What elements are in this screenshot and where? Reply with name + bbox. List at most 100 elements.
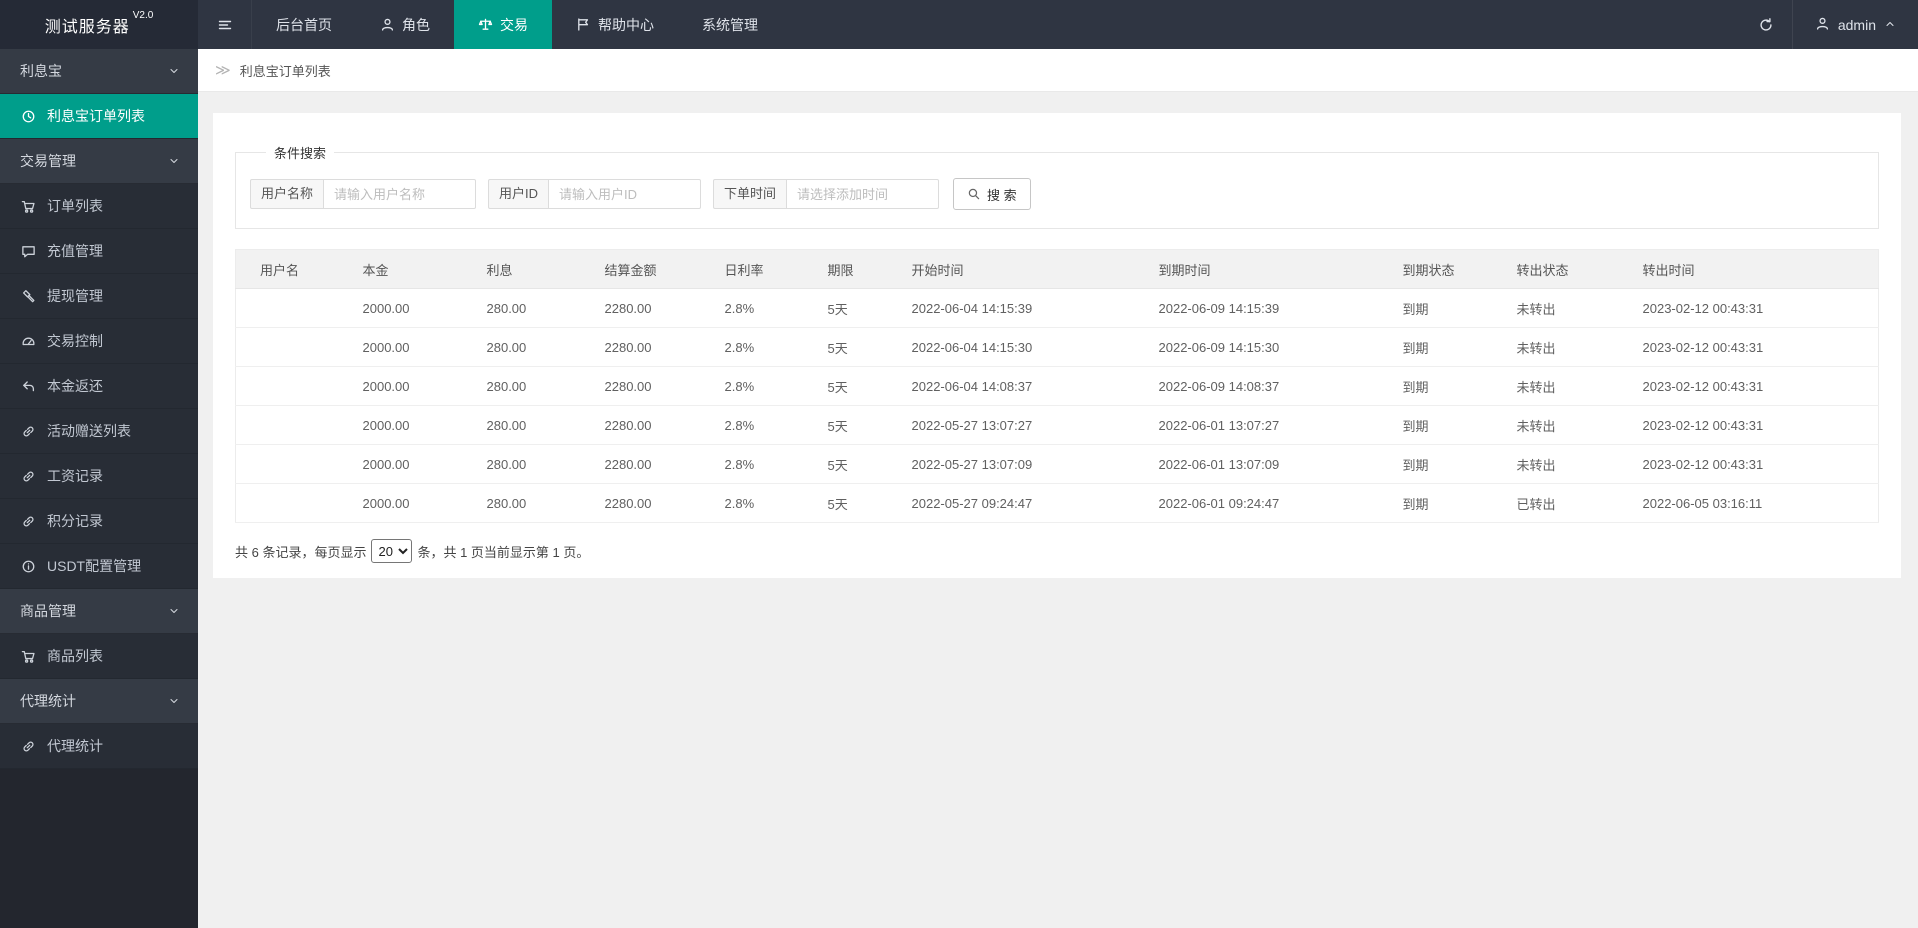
app-root: 测试服务器 V2.0 后台首页角色交易帮助中心系统管理 admin 利息宝利息宝… — [0, 0, 1918, 928]
link-icon — [20, 469, 37, 484]
sidebar-item-label: 代理统计 — [47, 736, 103, 756]
search-icon — [967, 187, 981, 201]
table-cell: 2280.00 — [581, 484, 701, 523]
search-row: 用户名称用户ID下单时间 搜 索 — [250, 178, 1864, 210]
table-cell — [236, 406, 339, 445]
column-header: 利息 — [463, 250, 581, 289]
table-row: 2000.00280.002280.002.8%5天2022-06-04 14:… — [236, 289, 1879, 328]
table-cell: 2022-05-27 13:07:09 — [888, 445, 1135, 484]
nav-item-system[interactable]: 系统管理 — [678, 0, 782, 49]
brand-title: 测试服务器 — [45, 13, 130, 37]
sidebar-item-label: 订单列表 — [47, 196, 103, 216]
table-cell: 5天 — [804, 445, 888, 484]
user-icon — [380, 17, 395, 32]
table-cell: 到期 — [1379, 289, 1493, 328]
sidebar-item-salary-records[interactable]: 工资记录 — [0, 454, 198, 499]
orders-table: 用户名本金利息结算金额日利率期限开始时间到期时间到期状态转出状态转出时间 200… — [235, 249, 1879, 523]
info-icon — [20, 559, 37, 574]
table-cell: 到期 — [1379, 445, 1493, 484]
table-cell: 到期 — [1379, 406, 1493, 445]
pagination-text-before: 共 6 条记录，每页显示 — [235, 542, 366, 561]
sidebar-item-goods-list[interactable]: 商品列表 — [0, 634, 198, 679]
page-size-select[interactable]: 20 — [371, 539, 412, 563]
main-area: ≫ 利息宝订单列表 条件搜索 用户名称用户ID下单时间 搜 索 — [198, 49, 1918, 928]
table-cell: 2.8% — [701, 445, 804, 484]
search-legend: 条件搜索 — [266, 143, 334, 162]
sidebar-group-lixibao[interactable]: 利息宝 — [0, 49, 198, 94]
sidebar-item-points-records[interactable]: 积分记录 — [0, 499, 198, 544]
sidebar-item-usdt-config[interactable]: USDT配置管理 — [0, 544, 198, 589]
column-header: 日利率 — [701, 250, 804, 289]
sidebar-item-label: 商品管理 — [20, 601, 76, 621]
gauge-icon — [20, 334, 37, 349]
table-cell: 2022-06-04 14:08:37 — [888, 367, 1135, 406]
table-cell: 2022-05-27 09:24:47 — [888, 484, 1135, 523]
username-field-label: 用户名称 — [250, 179, 324, 209]
column-header: 结算金额 — [581, 250, 701, 289]
sidebar-item-label: 商品列表 — [47, 646, 103, 666]
table-cell: 280.00 — [463, 367, 581, 406]
sidebar-item-withdraw-mgmt[interactable]: 提现管理 — [0, 274, 198, 319]
table-header-row: 用户名本金利息结算金额日利率期限开始时间到期时间到期状态转出状态转出时间 — [236, 250, 1879, 289]
table-cell — [236, 328, 339, 367]
nav-item-help[interactable]: 帮助中心 — [552, 0, 678, 49]
nav-item-label: 系统管理 — [702, 15, 758, 35]
sidebar-item-order-list[interactable]: 订单列表 — [0, 184, 198, 229]
user-menu[interactable]: admin — [1792, 0, 1918, 49]
refresh-icon — [1758, 17, 1774, 33]
nav-item-role[interactable]: 角色 — [356, 0, 454, 49]
user-name: admin — [1838, 17, 1876, 33]
nav-item-label: 交易 — [500, 15, 528, 35]
sidebar-item-label: 工资记录 — [47, 466, 103, 486]
column-header: 到期时间 — [1135, 250, 1379, 289]
table-cell: 2023-02-12 00:43:31 — [1619, 289, 1879, 328]
table-row: 2000.00280.002280.002.8%5天2022-06-04 14:… — [236, 328, 1879, 367]
table-cell: 2023-02-12 00:43:31 — [1619, 367, 1879, 406]
table-cell: 2022-06-09 14:15:30 — [1135, 328, 1379, 367]
sidebar-item-activity-gift[interactable]: 活动赠送列表 — [0, 409, 198, 454]
content-panel: 条件搜索 用户名称用户ID下单时间 搜 索 用户名本金利息结算金额日利率期限开始… — [213, 113, 1901, 578]
table-cell: 已转出 — [1493, 484, 1619, 523]
chevron-down-icon — [168, 695, 180, 707]
top-navbar: 测试服务器 V2.0 后台首页角色交易帮助中心系统管理 admin — [0, 0, 1918, 49]
sidebar-item-lixibao-orders[interactable]: 利息宝订单列表 — [0, 94, 198, 139]
table-cell: 未转出 — [1493, 406, 1619, 445]
sidebar-item-principal-return[interactable]: 本金返还 — [0, 364, 198, 409]
table-row: 2000.00280.002280.002.8%5天2022-05-27 13:… — [236, 445, 1879, 484]
sidebar-item-agent-stats[interactable]: 代理统计 — [0, 724, 198, 769]
table-cell: 2.8% — [701, 406, 804, 445]
table-cell: 到期 — [1379, 328, 1493, 367]
search-button[interactable]: 搜 索 — [953, 178, 1031, 210]
table-cell: 280.00 — [463, 484, 581, 523]
sidebar-group-goods[interactable]: 商品管理 — [0, 589, 198, 634]
column-header: 本金 — [339, 250, 463, 289]
table-cell: 2000.00 — [339, 445, 463, 484]
sidebar-group-trade-mgmt[interactable]: 交易管理 — [0, 139, 198, 184]
userid-field-input[interactable] — [549, 179, 701, 209]
nav-item-trade[interactable]: 交易 — [454, 0, 552, 49]
column-header: 开始时间 — [888, 250, 1135, 289]
sidebar-group-agent-stats[interactable]: 代理统计 — [0, 679, 198, 724]
page-title: 利息宝订单列表 — [240, 61, 331, 80]
table-cell: 2022-06-09 14:15:39 — [1135, 289, 1379, 328]
table-cell: 2022-06-04 14:15:30 — [888, 328, 1135, 367]
table-cell: 到期 — [1379, 484, 1493, 523]
pagination-text-after: 条，共 1 页当前显示第 1 页。 — [417, 542, 589, 561]
cart-icon — [20, 649, 37, 664]
column-header: 期限 — [804, 250, 888, 289]
comment-icon — [20, 244, 37, 259]
table-cell: 2.8% — [701, 484, 804, 523]
sidebar-item-trade-control[interactable]: 交易控制 — [0, 319, 198, 364]
chevron-down-icon — [168, 155, 180, 167]
table-cell: 2280.00 — [581, 367, 701, 406]
username-field-input[interactable] — [324, 179, 476, 209]
sidebar-item-recharge-mgmt[interactable]: 充值管理 — [0, 229, 198, 274]
table-cell — [236, 484, 339, 523]
table-cell — [236, 445, 339, 484]
nav-item-home[interactable]: 后台首页 — [252, 0, 356, 49]
pagination: 共 6 条记录，每页显示 20 条，共 1 页当前显示第 1 页。 — [235, 539, 1879, 563]
link-icon — [20, 514, 37, 529]
order-time-field-input[interactable] — [787, 179, 939, 209]
sidebar-toggle-button[interactable] — [198, 0, 252, 49]
refresh-button[interactable] — [1740, 0, 1792, 49]
